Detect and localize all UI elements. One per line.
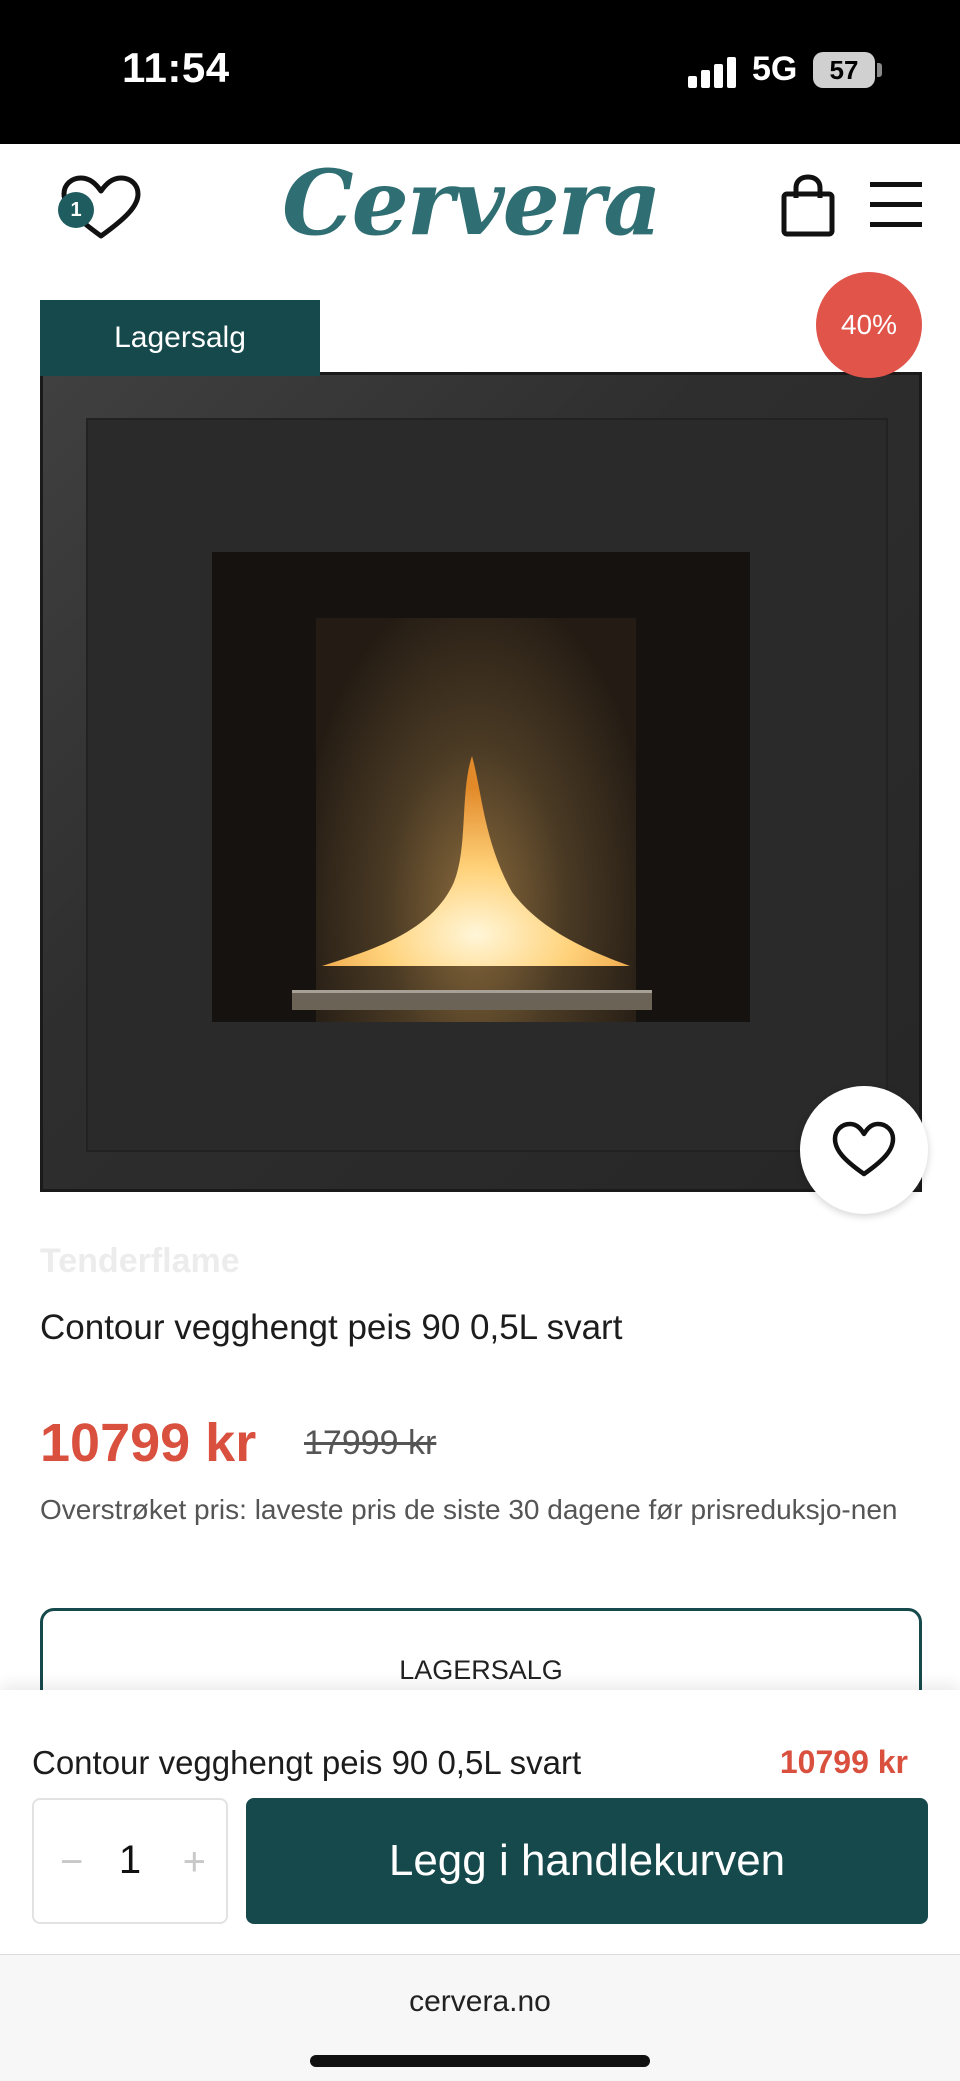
battery-tip bbox=[877, 63, 882, 77]
stock-sale-badge: Lagersalg bbox=[40, 300, 320, 376]
product-image[interactable] bbox=[40, 372, 922, 1192]
home-indicator[interactable] bbox=[310, 2055, 650, 2067]
browser-address-bar[interactable]: cervera.no bbox=[0, 1954, 960, 2081]
product-title: Contour vegghengt peis 90 0,5L svart bbox=[40, 1308, 623, 1347]
brand-name[interactable]: Tenderflame bbox=[40, 1242, 240, 1281]
current-price: 10799 kr bbox=[40, 1413, 257, 1473]
variant-label: LAGERSALG bbox=[399, 1655, 563, 1685]
status-time: 11:54 bbox=[122, 44, 230, 91]
sticky-add-to-cart: Contour vegghengt peis 90 0,5L svart 107… bbox=[0, 1690, 960, 1954]
page: 11:54 5G 57 1 Cervera Lagersalg 40% Tend… bbox=[0, 0, 960, 2081]
wishlist-button[interactable]: 1 bbox=[56, 168, 146, 248]
site-logo[interactable]: Cervera bbox=[282, 150, 662, 256]
discount-badge: 40% bbox=[816, 272, 922, 378]
add-to-cart-button[interactable]: Legg i handlekurven bbox=[246, 1798, 928, 1924]
heart-icon bbox=[832, 1121, 896, 1177]
price-note: Overstrøket pris: laveste pris de siste … bbox=[40, 1494, 898, 1525]
burner-tray bbox=[292, 990, 652, 1010]
wishlist-count-badge: 1 bbox=[58, 192, 94, 228]
sticky-product-title: Contour vegghengt peis 90 0,5L svart bbox=[32, 1744, 582, 1781]
site-header: 1 Cervera bbox=[0, 144, 960, 264]
quantity-stepper: − 1 + bbox=[32, 1798, 228, 1924]
favorite-button[interactable] bbox=[800, 1086, 928, 1214]
signal-icon bbox=[688, 56, 738, 88]
shopping-bag-icon[interactable] bbox=[780, 174, 836, 238]
network-type: 5G bbox=[752, 50, 798, 88]
url-text[interactable]: cervera.no bbox=[0, 1985, 960, 2019]
increase-quantity-button[interactable]: + bbox=[183, 1840, 206, 1885]
flame-graphic bbox=[322, 756, 630, 966]
battery-icon: 57 bbox=[813, 52, 875, 88]
status-bar: 11:54 5G 57 bbox=[0, 0, 960, 144]
original-price: 17999 kr bbox=[304, 1424, 437, 1462]
fireplace-firebox bbox=[212, 552, 750, 1022]
sticky-price: 10799 kr bbox=[779, 1744, 908, 1780]
hamburger-menu-icon[interactable] bbox=[870, 178, 922, 230]
